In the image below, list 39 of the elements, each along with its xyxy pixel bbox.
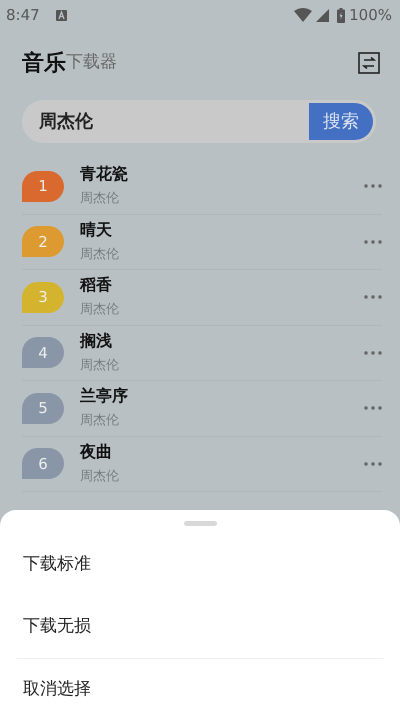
app-subtitle: 下载器 (66, 51, 117, 74)
more-icon[interactable] (364, 240, 382, 244)
song-artist: 周杰伦 (80, 356, 119, 375)
rank-badge: 5 (22, 392, 64, 424)
more-icon[interactable] (364, 462, 382, 466)
wifi-icon (294, 8, 312, 22)
switch-icon[interactable] (358, 52, 380, 74)
song-title: 搁浅 (80, 330, 112, 351)
rank-badge: 3 (22, 282, 64, 313)
sheet-option[interactable]: 下载无损 (17, 596, 383, 658)
status-time: 8:47 (6, 4, 40, 26)
battery-icon (337, 8, 346, 22)
more-icon[interactable] (364, 184, 382, 188)
sheet-option[interactable]: 下载标准 (17, 534, 383, 596)
song-title: 青花瓷 (80, 164, 128, 184)
search-button[interactable]: 搜索 (309, 103, 373, 140)
notification-icon (56, 10, 67, 20)
app-title: 音乐 (22, 50, 66, 78)
song-artist: 周杰伦 (80, 301, 119, 320)
rank-badge: 2 (22, 226, 64, 258)
more-icon[interactable] (364, 295, 382, 300)
more-icon[interactable] (364, 406, 382, 410)
song-title: 稻香 (80, 275, 112, 296)
rank-badge: 4 (22, 337, 64, 368)
song-title: 晴天 (80, 220, 112, 240)
rank-badge: 6 (22, 448, 64, 480)
song-artist: 周杰伦 (80, 468, 119, 486)
song-artist: 周杰伦 (80, 246, 119, 264)
signal-icon (316, 8, 330, 22)
rank-badge: 1 (22, 170, 64, 202)
song-artist: 周杰伦 (80, 190, 119, 208)
sheet-option[interactable]: 取消选择 (17, 659, 383, 711)
drag-handle[interactable] (184, 521, 216, 526)
search-field[interactable]: 周杰伦 搜索 (22, 100, 376, 143)
battery-level: 100% (349, 4, 392, 26)
song-artist: 周杰伦 (80, 412, 119, 430)
song-title: 兰亭序 (80, 386, 128, 406)
more-icon[interactable] (364, 350, 382, 355)
song-title: 夜曲 (80, 442, 112, 462)
